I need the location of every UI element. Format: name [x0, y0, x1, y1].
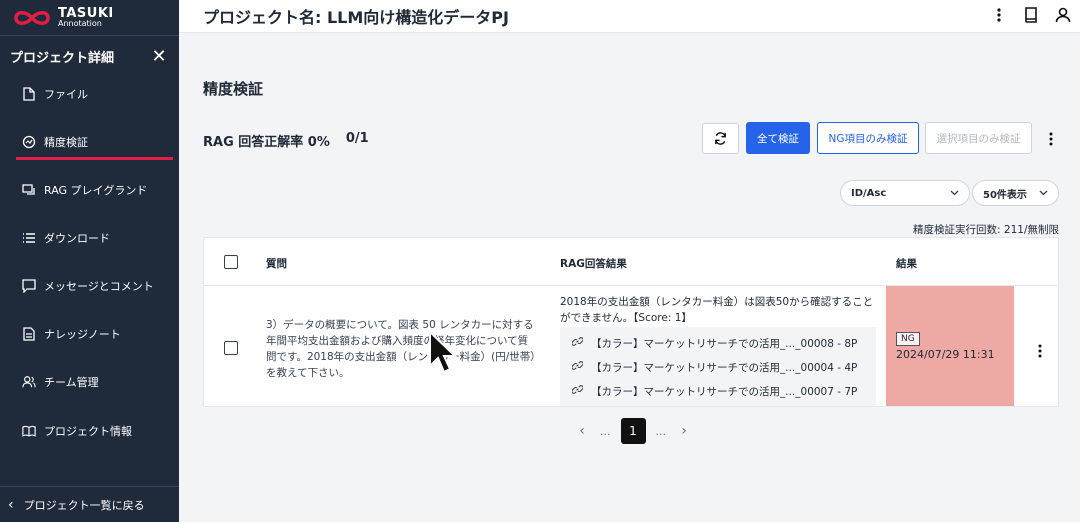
sidebar-title: プロジェクト詳細 [10, 50, 115, 66]
accuracy-label: RAG 回答正解率 0% [203, 135, 330, 150]
sidebar-item-rag-playground[interactable]: RAG プレイグランド [0, 177, 179, 203]
verify-ng-button[interactable]: NG項目のみ検証 [817, 122, 919, 154]
more-vertical-icon[interactable] [1032, 340, 1048, 362]
sidebar: TASUKI Annotation プロジェクト詳細 ✕ ファイル 精度検証 R… [0, 0, 179, 522]
sidebar-item-team[interactable]: チーム管理 [0, 369, 179, 395]
manual-book-icon[interactable] [1020, 4, 1042, 26]
pagination-ellipsis: ... [600, 424, 611, 438]
pagination: ‹ ... 1 ... › [574, 418, 692, 444]
page-button-current[interactable]: 1 [620, 418, 646, 444]
chevron-down-icon [1039, 188, 1048, 199]
mouse-cursor-icon [429, 330, 458, 374]
chevron-down-icon [950, 188, 959, 199]
logo[interactable]: TASUKI Annotation [0, 0, 179, 35]
more-vertical-icon[interactable] [1043, 128, 1059, 150]
sidebar-item-label: ナレッジノート [44, 328, 121, 341]
sidebar-item-label: プロジェクト情報 [44, 425, 132, 438]
link-icon [571, 360, 584, 374]
sidebar-item-download[interactable]: ダウンロード [0, 225, 179, 251]
sidebar-item-label: 精度検証 [44, 136, 88, 149]
column-header-answer: RAG回答結果 [560, 258, 627, 270]
sidebar-item-label: ファイル [44, 88, 88, 101]
chevron-right-icon[interactable]: › [676, 423, 692, 439]
refresh-icon [715, 132, 726, 145]
verify-selected-button[interactable]: 選択項目のみ検証 [925, 122, 1032, 154]
reference-link[interactable]: 【カラー】マーケットリサーチでの活用_..._00007 - 7P [560, 379, 876, 403]
accuracy-summary: RAG 回答正解率 0% 0/1 [203, 131, 369, 150]
active-indicator [16, 157, 173, 160]
status-badge: NG [896, 332, 920, 346]
sidebar-item-label: ダウンロード [44, 232, 110, 245]
table-header-row: 質問 RAG回答結果 結果 [204, 238, 1058, 286]
sidebar-item-knowledge[interactable]: ナレッジノート [0, 321, 179, 347]
link-icon [571, 336, 584, 350]
reference-label: 【カラー】マーケットリサーチでの活用_..._00007 - 7P [591, 385, 858, 398]
result-date: 2024/07/29 11:31 [896, 348, 995, 361]
back-label: プロジェクト一覧に戻る [23, 498, 145, 512]
sidebar-item-label: チーム管理 [44, 376, 99, 389]
reference-label: 【カラー】マーケットリサーチでの活用_..._00008 - 8P [591, 337, 858, 350]
verify-all-button[interactable]: 全て検証 [746, 122, 810, 154]
chevron-left-icon: ‹ [8, 496, 14, 513]
row-checkbox[interactable] [224, 341, 238, 355]
reference-label: 【カラー】マーケットリサーチでの活用_..._00004 - 4P [591, 361, 858, 374]
logo-subtext: Annotation [58, 19, 102, 28]
reference-list: 【カラー】マーケットリサーチでの活用_..._00008 - 8P 【カラー】マ… [560, 327, 876, 406]
more-vertical-icon[interactable] [988, 4, 1010, 26]
sort-select[interactable]: ID/Asc [840, 180, 970, 206]
page-size-select[interactable]: 50件表示 [972, 180, 1059, 206]
sidebar-item-project-info[interactable]: プロジェクト情報 [0, 418, 179, 444]
select-all-checkbox[interactable] [224, 255, 238, 269]
link-icon [571, 384, 584, 398]
reference-link[interactable]: 【カラー】マーケットリサーチでの活用_..._00008 - 8P [560, 331, 876, 355]
team-icon [22, 375, 36, 389]
page-size-value: 50件表示 [983, 189, 1027, 201]
back-to-projects-link[interactable]: ‹ プロジェクト一覧に戻る [0, 486, 179, 522]
reference-link[interactable]: 【カラー】マーケットリサーチでの活用_..._00004 - 4P [560, 355, 876, 379]
result-cell: NG 2024/07/29 11:31 [886, 286, 1014, 406]
close-icon[interactable]: ✕ [149, 46, 169, 67]
results-table: 質問 RAG回答結果 結果 3）データの概要について。図表 50 レンタカーに対… [203, 237, 1059, 407]
sidebar-item-label: RAG プレイグランド [44, 184, 148, 197]
chevron-left-icon[interactable]: ‹ [574, 423, 590, 439]
accuracy-count: 0/1 [345, 131, 369, 146]
pagination-ellipsis: ... [655, 424, 667, 438]
user-icon[interactable] [1052, 4, 1074, 26]
column-header-result: 結果 [896, 258, 917, 270]
page-title: 精度検証 [203, 80, 264, 98]
column-header-question: 質問 [266, 258, 287, 270]
message-icon [22, 279, 36, 293]
tasuki-logo-icon [14, 10, 50, 25]
run-count: 精度検証実行回数: 211/無制限 [913, 224, 1059, 236]
sort-select-value: ID/Asc [851, 187, 887, 199]
sidebar-header: プロジェクト詳細 ✕ [0, 36, 179, 76]
top-bar: プロジェクト名: LLM向け構造化データPJ [179, 0, 1080, 33]
question-text: 3）データの概要について。図表 50 レンタカーに対する年間平均支出金額および購… [266, 319, 536, 379]
chat-icon [22, 183, 36, 197]
sidebar-item-file[interactable]: ファイル [0, 81, 179, 107]
list-icon [22, 231, 36, 245]
sidebar-item-label: メッセージとコメント [44, 280, 154, 293]
page-header-title: プロジェクト名: LLM向け構造化データPJ [203, 8, 509, 27]
answer-text: 2018年の支出金額（レンタカー料金）は図表50から確認することができません。【… [560, 296, 874, 324]
refresh-button[interactable] [702, 123, 739, 154]
file-icon [22, 87, 36, 101]
sidebar-item-accuracy[interactable]: 精度検証 [0, 129, 179, 155]
accuracy-icon [22, 135, 36, 149]
sidebar-item-messages[interactable]: メッセージとコメント [0, 273, 179, 299]
note-icon [22, 327, 36, 341]
book-icon [22, 424, 36, 438]
